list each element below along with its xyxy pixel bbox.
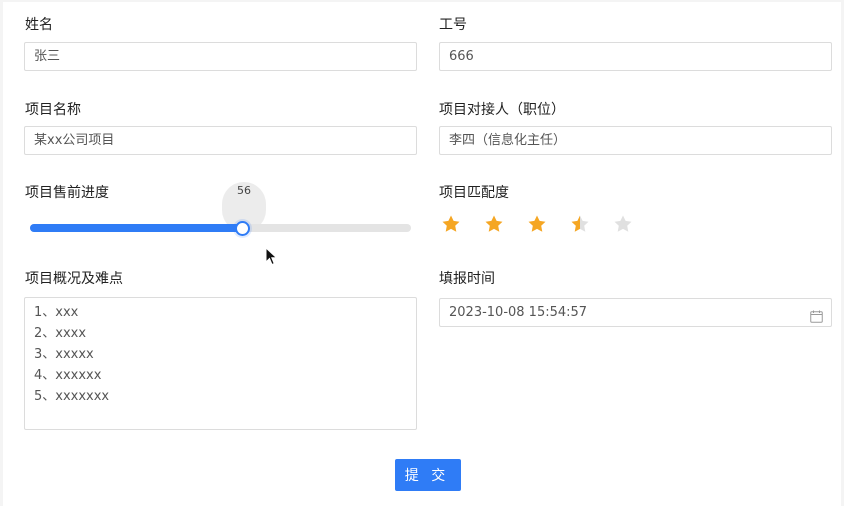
slider-tooltip: 56 — [237, 184, 251, 197]
overview-textarea[interactable]: 1、xxx 2、xxxx 3、xxxxx 4、xxxxxx 5、xxxxxxx — [24, 297, 417, 430]
slider-thumb[interactable] — [235, 221, 250, 236]
presale-progress-slider[interactable] — [30, 224, 411, 232]
overview-line: 2、xxxx — [34, 326, 87, 341]
overview-line: 3、xxxxx — [34, 347, 94, 362]
project-name-label: 项目名称 — [25, 102, 81, 118]
overview-line: 4、xxxxxx — [34, 368, 102, 383]
star-icon[interactable] — [527, 214, 547, 234]
star-icon[interactable] — [484, 214, 504, 234]
slider-fill — [30, 224, 243, 232]
overview-line: 1、xxx — [34, 305, 79, 320]
star-icon[interactable] — [441, 214, 461, 234]
fill-time-value: 2023-10-08 15:54:57 — [449, 305, 588, 320]
overview-label: 项目概况及难点 — [25, 271, 123, 287]
overview-line: 5、xxxxxxx — [34, 389, 110, 404]
fill-time-picker[interactable]: 2023-10-08 15:54:57 — [439, 298, 832, 327]
project-form: 姓名 张三 工号 666 项目名称 某xx公司项目 项目对接人（职位） 李四（信… — [3, 2, 841, 506]
name-input[interactable]: 张三 — [24, 42, 417, 71]
name-label: 姓名 — [25, 17, 53, 33]
fill-time-label: 填报时间 — [439, 271, 495, 287]
employee-id-input[interactable]: 666 — [439, 42, 832, 71]
project-contact-label: 项目对接人（职位） — [439, 102, 565, 118]
star-icon[interactable] — [570, 214, 590, 234]
presale-progress-label: 项目售前进度 — [25, 185, 109, 201]
project-contact-input[interactable]: 李四（信息化主任） — [439, 126, 832, 155]
mouse-cursor-icon — [265, 246, 279, 267]
match-rating-label: 项目匹配度 — [439, 185, 509, 201]
submit-button[interactable]: 提 交 — [395, 459, 461, 491]
calendar-icon[interactable] — [810, 306, 823, 323]
employee-id-label: 工号 — [439, 17, 467, 33]
star-icon[interactable] — [613, 214, 633, 234]
project-name-input[interactable]: 某xx公司项目 — [24, 126, 417, 155]
